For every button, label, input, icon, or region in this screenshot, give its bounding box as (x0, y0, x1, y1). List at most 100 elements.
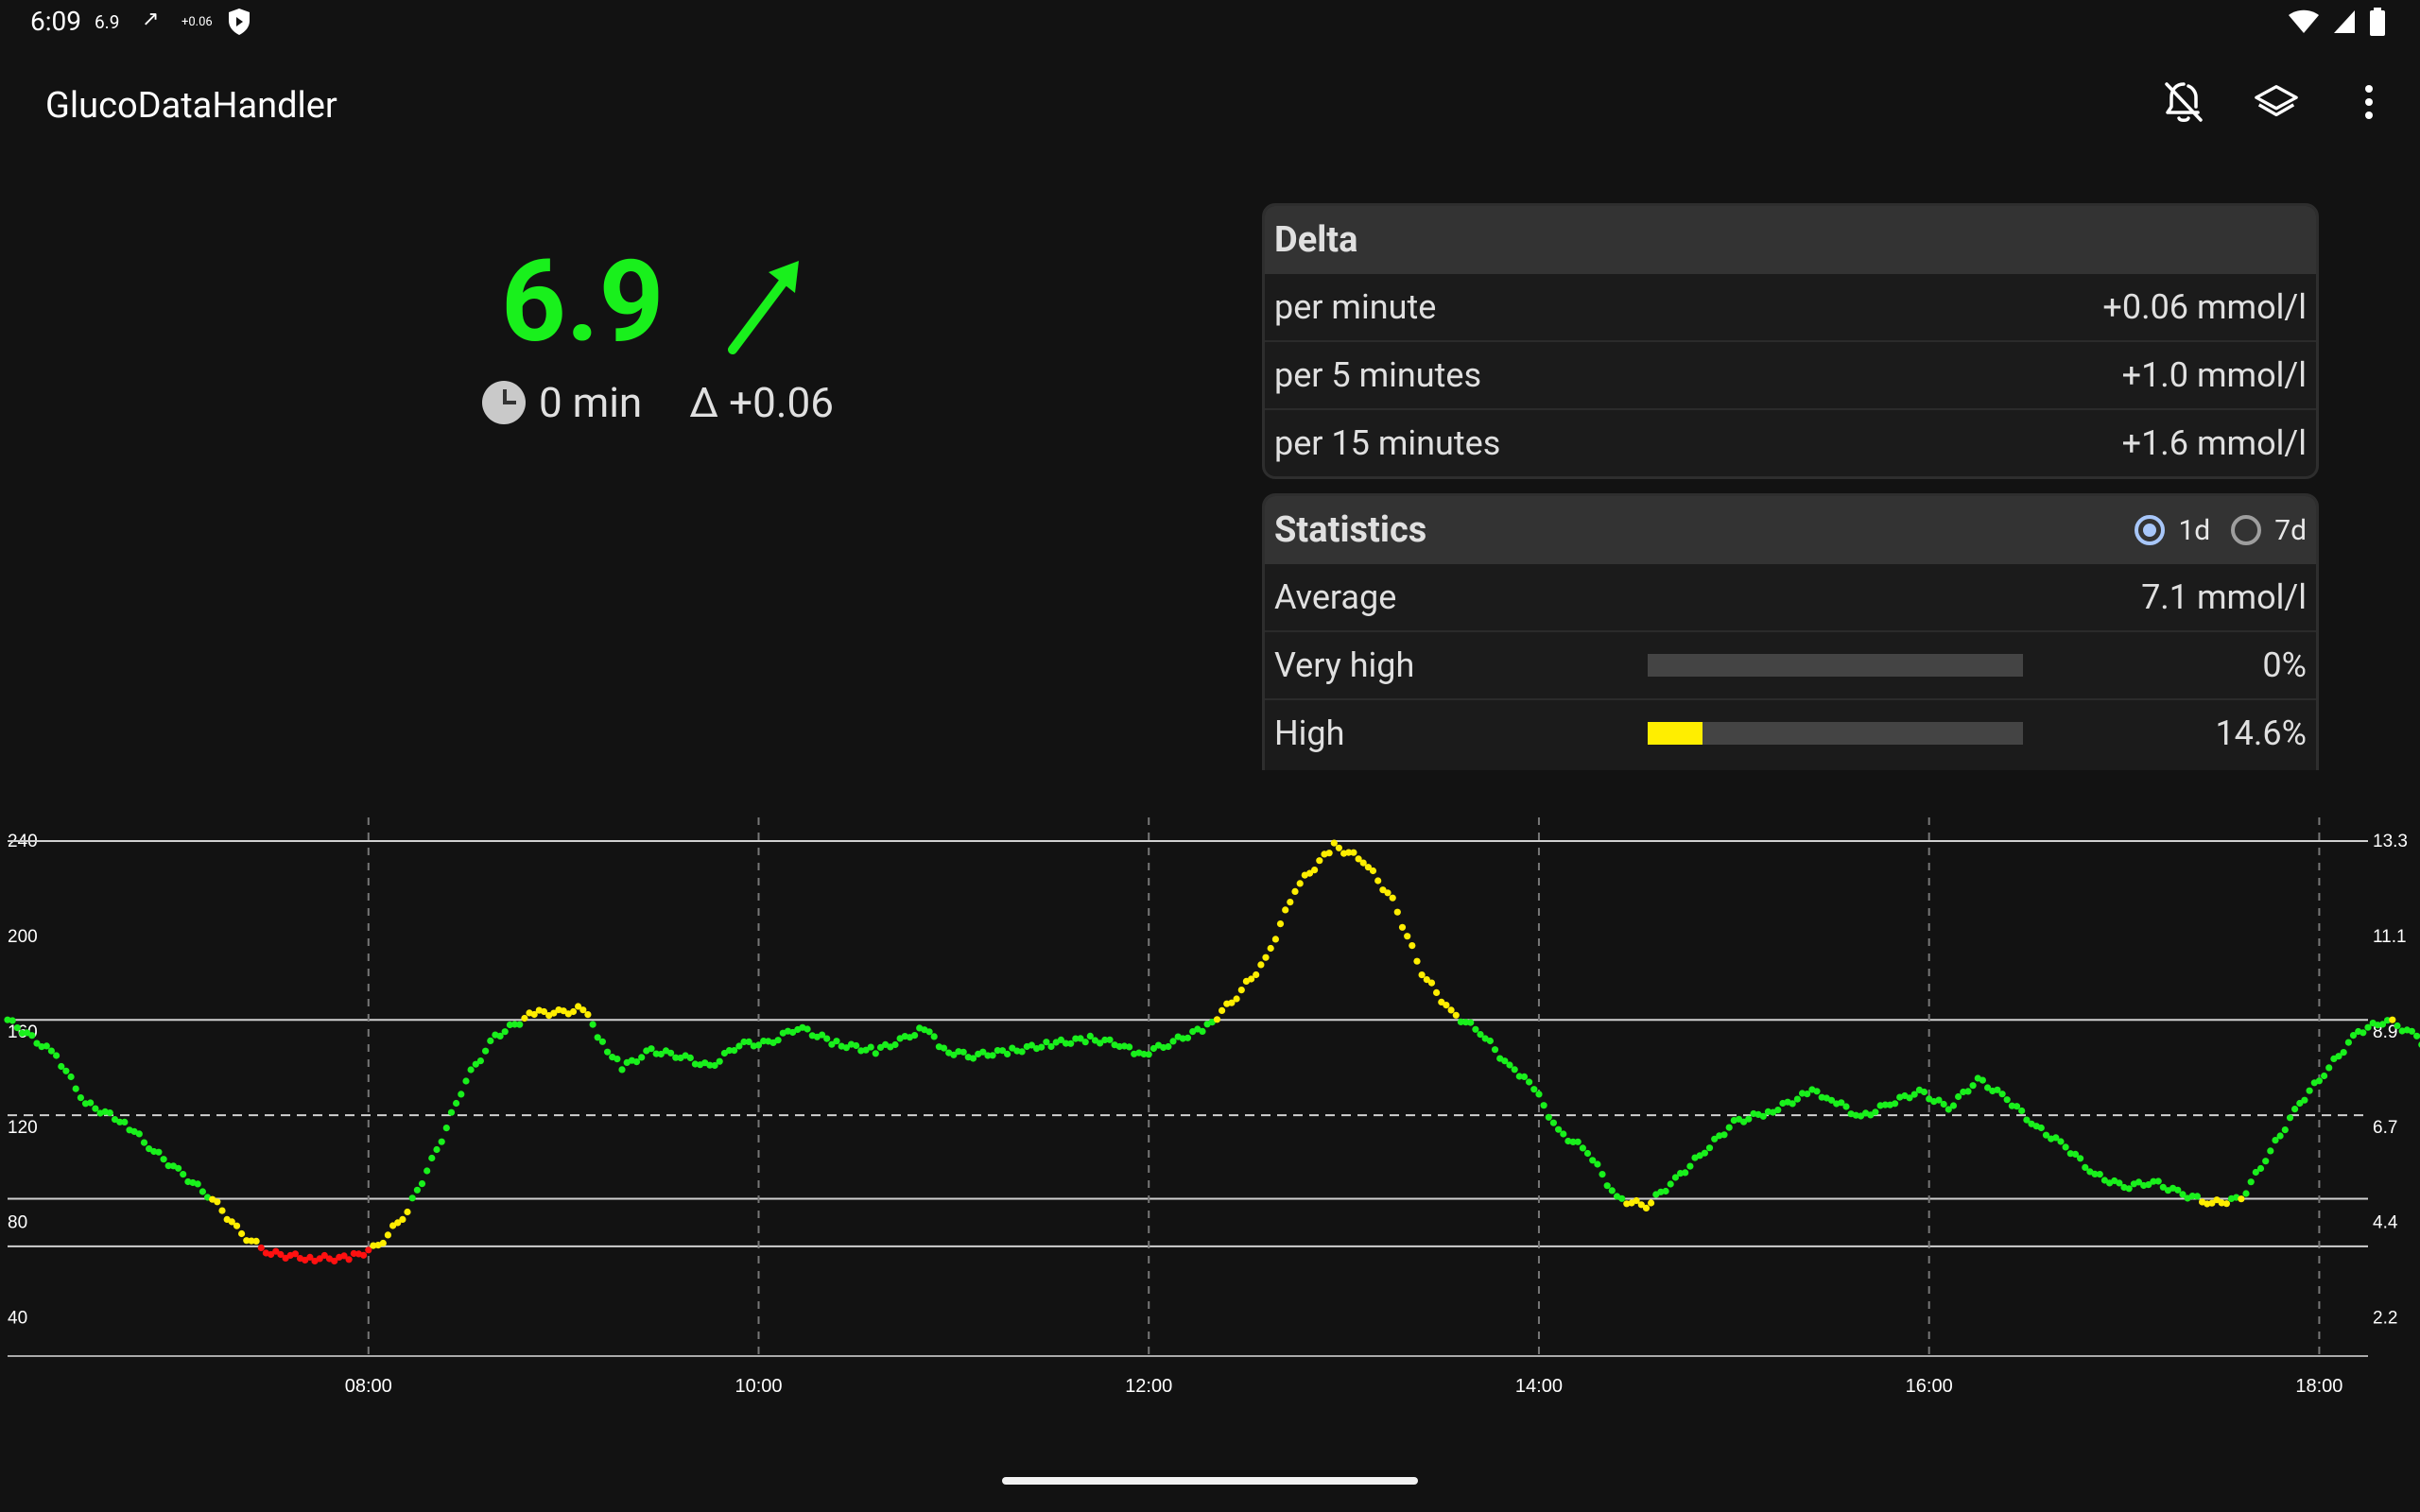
glucose-point (2315, 1077, 2323, 1085)
delta-row-value: +0.06 mmol/l (2102, 287, 2307, 327)
glucose-point (2018, 1107, 2026, 1115)
glucose-meta: 0 min Δ +0.06 (482, 378, 834, 427)
glucose-point (1433, 988, 1441, 996)
period-radio-1d[interactable]: 1d (2135, 514, 2210, 547)
x-axis-tick: 10:00 (735, 1376, 782, 1397)
delta-row-label: per 15 minutes (1274, 423, 1501, 463)
layers-icon[interactable] (2254, 79, 2299, 125)
x-axis-tick: 16:00 (1906, 1376, 1953, 1397)
glucose-point (487, 1037, 494, 1044)
glucose-point (1535, 1091, 1543, 1098)
glucose-point (214, 1198, 221, 1206)
glucose-point (2394, 1022, 2401, 1030)
glucose-point (1267, 944, 1274, 953)
glucose-point (155, 1148, 163, 1156)
glucose-point (257, 1244, 265, 1252)
glucose-point (833, 1038, 840, 1045)
glucose-point (1287, 899, 1294, 906)
glucose-point (2154, 1177, 2162, 1185)
glucose-point (1594, 1160, 1601, 1168)
glucose-point (1004, 1050, 1011, 1057)
glucose-point (2193, 1193, 2201, 1200)
glucose-point (1350, 849, 1357, 856)
glucose-point (1920, 1088, 1928, 1096)
glucose-point (1038, 1043, 1046, 1051)
bell-off-icon[interactable] (2161, 79, 2206, 125)
glucose-point (1067, 1040, 1075, 1047)
period-selector: 1d 7d (2135, 514, 2307, 547)
x-axis-tick: 14:00 (1515, 1376, 1563, 1397)
glucose-point (360, 1251, 368, 1259)
glucose-point (1018, 1048, 1026, 1056)
y-axis-tick-left: 120 (8, 1118, 38, 1138)
glucose-point (1648, 1199, 1655, 1207)
glucose-point (1705, 1144, 1714, 1152)
glucose-point (453, 1099, 460, 1108)
very-high-bar (1648, 654, 2023, 677)
glucose-point (1447, 1006, 1455, 1014)
x-axis-tick: 08:00 (345, 1376, 392, 1397)
glucose-point (1262, 954, 1270, 961)
status-bar: 6:09 6.9 ↗ +0.06 (0, 0, 2420, 45)
shield-icon (227, 8, 251, 40)
glucose-chart[interactable]: 24013.320011.11608.91206.7804.4402.208:0… (0, 803, 2420, 1408)
y-axis-tick-right: 2.2 (2373, 1309, 2397, 1329)
glucose-point (716, 1057, 723, 1065)
glucose-point (252, 1237, 260, 1245)
glucose-point (604, 1048, 612, 1056)
glucose-point (87, 1099, 95, 1107)
glucose-point (345, 1256, 353, 1263)
more-vert-icon[interactable] (2346, 79, 2392, 125)
glucose-point (121, 1118, 129, 1125)
app-bar-actions (2161, 79, 2392, 125)
glucose-point (462, 1077, 470, 1085)
delta-row: per 5 minutes +1.0 mmol/l (1265, 342, 2316, 410)
glucose-point (930, 1033, 938, 1040)
glucose-point (1443, 1002, 1450, 1009)
glucose-point (521, 1014, 528, 1022)
glucose-point (438, 1138, 445, 1145)
glucose-point (379, 1239, 387, 1247)
glucose-point (140, 1139, 148, 1146)
glucose-point (2344, 1039, 2352, 1046)
glucose-point (1560, 1130, 1567, 1138)
glucose-point (1491, 1046, 1499, 1054)
glucose-point (1296, 880, 1304, 887)
glucose-point (638, 1054, 646, 1061)
glucose-point (2291, 1106, 2299, 1113)
delta-row: per minute +0.06 mmol/l (1265, 274, 2316, 342)
signal-icon (2333, 9, 2356, 38)
glucose-point (1530, 1086, 1538, 1093)
radio-unselected-icon[interactable] (2231, 515, 2262, 545)
glucose-point (2301, 1096, 2308, 1104)
glucose-point (2062, 1143, 2069, 1151)
stat-row-label: Average (1274, 577, 1397, 617)
glucose-point (1969, 1082, 1977, 1090)
glucose-point (1374, 877, 1382, 885)
glucose-point (823, 1035, 831, 1042)
glucose-point (404, 1208, 411, 1216)
status-trend-arrow-icon: ↗ (142, 8, 160, 31)
glucose-point (959, 1048, 967, 1056)
statistics-card-header: Statistics 1d 7d (1265, 496, 2316, 564)
glucose-point (1540, 1102, 1547, 1109)
gesture-handle[interactable] (1002, 1477, 1418, 1485)
glucose-point (1165, 1042, 1172, 1051)
stat-row-value: 7.1 mmol/l (2141, 577, 2307, 617)
period-radio-7d[interactable]: 7d (2231, 514, 2307, 547)
glucose-point (1257, 961, 1265, 969)
radio-selected-icon[interactable] (2135, 515, 2166, 545)
glucose-point (194, 1180, 201, 1188)
glucose-point (67, 1073, 75, 1081)
glucose-point (433, 1145, 441, 1154)
glucose-point (2262, 1158, 2270, 1165)
glucose-point (648, 1045, 655, 1053)
glucose-point (481, 1047, 490, 1055)
stat-row-label: High (1274, 713, 1345, 753)
glucose-point (1662, 1187, 1669, 1195)
glucose-point (774, 1037, 782, 1044)
glucose-point (160, 1156, 167, 1163)
glucose-point (804, 1025, 811, 1033)
glucose-point (1335, 844, 1342, 851)
glucose-point (584, 1011, 592, 1019)
